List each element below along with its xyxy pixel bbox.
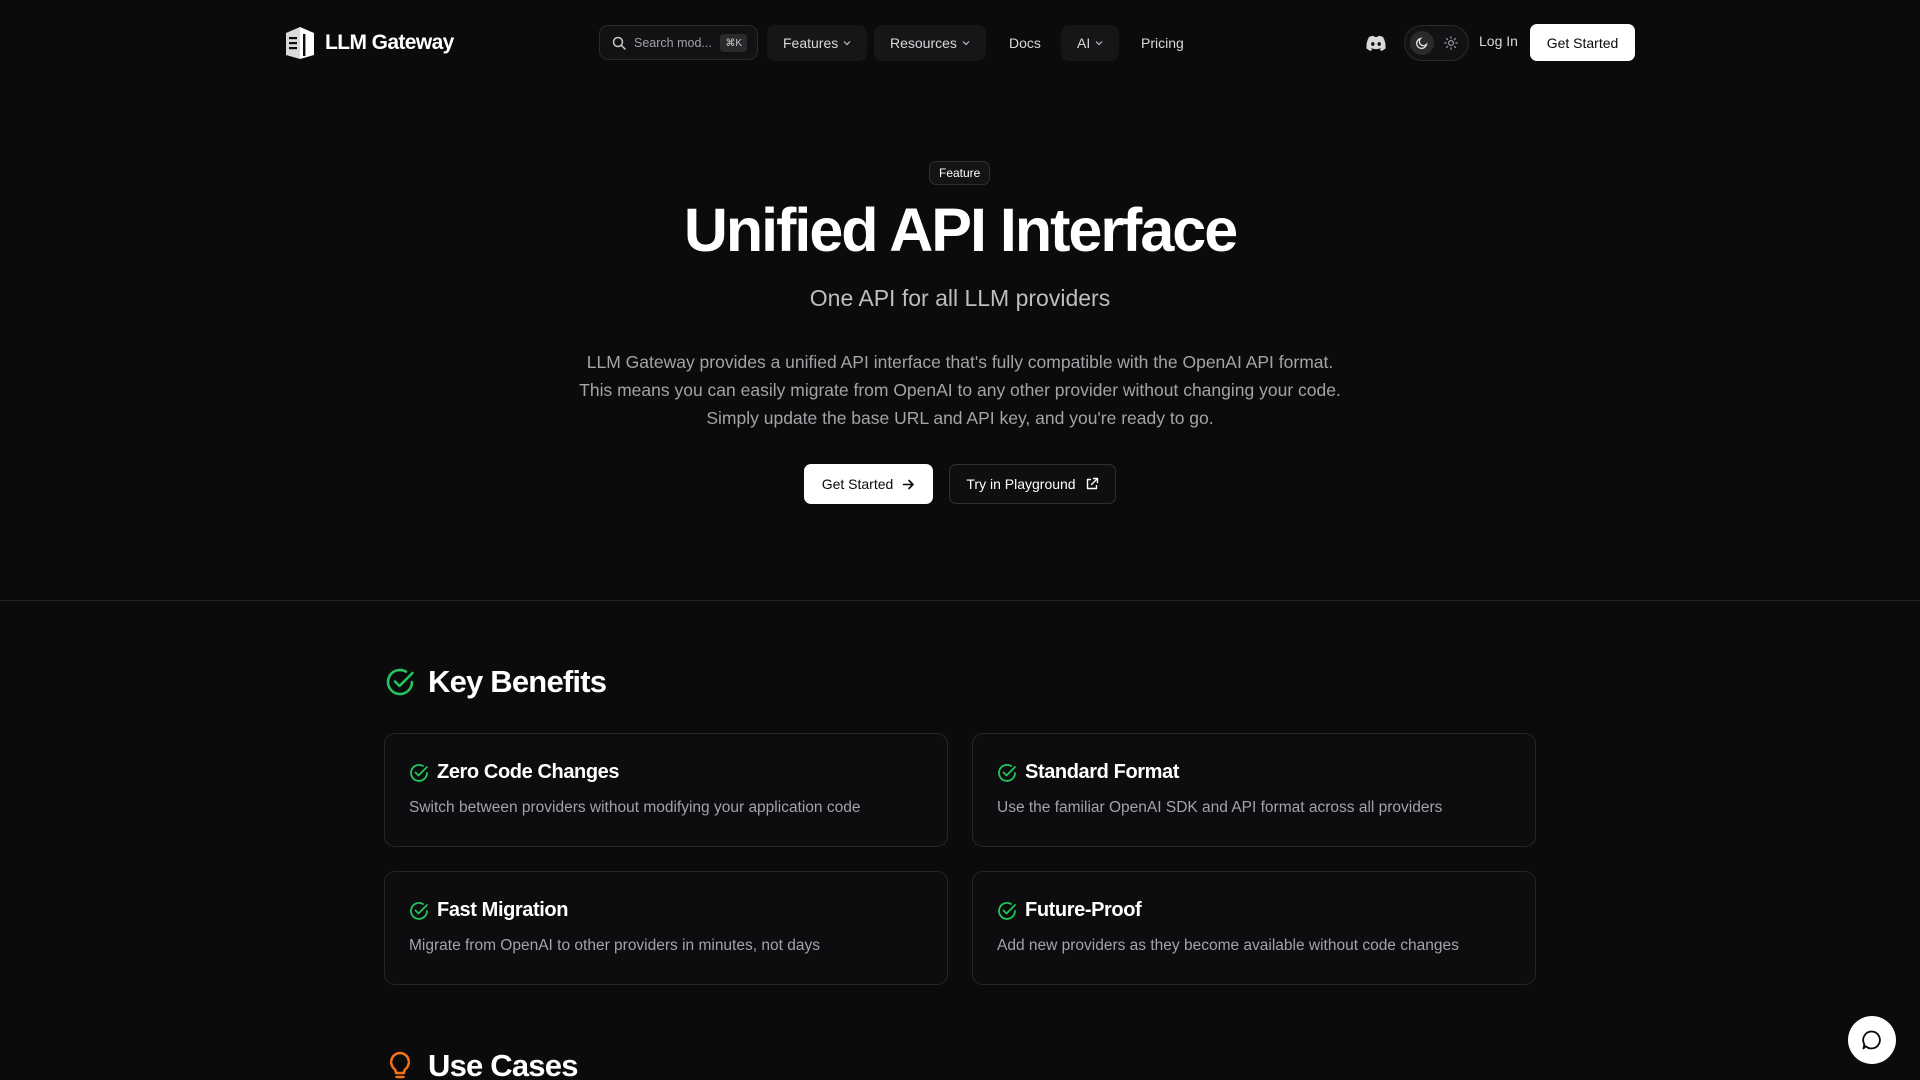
check-circle-icon [386,668,414,696]
logo-icon [286,27,314,59]
try-playground-button[interactable]: Try in Playground [949,464,1116,504]
nav-features[interactable]: Features [767,25,868,61]
section-divider [0,600,1920,601]
nav-docs[interactable]: Docs [993,25,1057,61]
chevron-down-icon [1095,41,1103,46]
sun-icon [1444,36,1458,50]
theme-toggle [1404,25,1469,61]
dark-mode-button[interactable] [1410,31,1434,55]
benefit-card-description: Add new providers as they become availab… [997,937,1459,954]
logo-text: LLM Gateway [325,31,454,54]
nav-pricing[interactable]: Pricing [1125,25,1200,61]
nav-ai-label: AI [1077,35,1091,51]
benefit-card-header: Fast Migration [409,899,568,922]
search-shortcut: ⌘K [720,34,747,52]
light-mode-button[interactable] [1439,31,1463,55]
nav-resources-label: Resources [890,35,957,51]
search-placeholder: Search mod... [634,35,712,50]
top-navbar: LLM Gateway Search mod... ⌘K Features Re… [0,0,1920,86]
external-link-icon [1086,477,1098,490]
benefit-card-title: Standard Format [1025,761,1180,783]
nav-ai[interactable]: AI [1061,25,1120,61]
get-started-nav-button[interactable]: Get Started [1530,24,1635,61]
hero-description: LLM Gateway provides a unified API inter… [579,352,1341,428]
arrow-right-icon [902,479,915,489]
nav-pricing-label: Pricing [1141,35,1184,51]
benefit-card-header: Zero Code Changes [409,761,620,784]
chevron-down-icon [843,41,851,46]
logo[interactable]: LLM Gateway [284,26,454,60]
search-input[interactable]: Search mod... ⌘K [599,25,758,60]
search-icon [612,36,626,50]
benefit-card: Fast Migration Migrate from OpenAI to ot… [384,871,948,985]
chevron-down-icon [962,41,970,46]
benefit-card-header: Future-Proof [997,899,1142,922]
benefit-card-title: Future-Proof [1025,899,1142,921]
get-started-label: Get Started [821,476,894,492]
lightbulb-icon [389,1051,411,1079]
benefit-card-description: Switch between providers without modifyi… [409,799,861,816]
chat-bubble-icon [1862,1030,1881,1050]
feature-badge: Feature [929,161,991,185]
check-circle-icon [998,763,1016,782]
discord-link[interactable] [1364,31,1388,55]
try-playground-label: Try in Playground [966,476,1076,492]
benefit-card-title: Zero Code Changes [437,761,620,783]
check-circle-icon [410,901,428,920]
benefit-card: Future-Proof Add new providers as they b… [972,871,1536,985]
discord-icon [1366,35,1386,51]
benefit-card: Zero Code Changes Switch between provide… [384,733,948,847]
check-circle-icon [998,901,1016,920]
key-benefits-heading: Key Benefits [384,664,607,700]
benefit-card-description: Use the familiar OpenAI SDK and API form… [997,799,1443,816]
moon-icon [1415,37,1428,50]
page-title: Unified API Interface [683,196,1238,264]
use-cases-heading: Use Cases [384,1048,578,1080]
page-subtitle: One API for all LLM providers [809,285,1111,311]
benefit-card-description: Migrate from OpenAI to other providers i… [409,937,820,954]
nav-docs-label: Docs [1009,35,1041,51]
get-started-button[interactable]: Get Started [804,464,933,504]
benefit-card-header: Standard Format [997,761,1179,784]
nav-features-label: Features [783,35,839,51]
use-cases-title: Use Cases [428,1048,578,1080]
check-circle-icon [410,763,428,782]
login-link[interactable]: Log In [1479,33,1518,49]
key-benefits-title: Key Benefits [428,664,607,699]
get-started-nav-label: Get Started [1546,34,1619,51]
benefit-card-title: Fast Migration [437,899,569,921]
benefit-card: Standard Format Use the familiar OpenAI … [972,733,1536,847]
chat-support-button[interactable] [1848,1016,1896,1064]
nav-resources[interactable]: Resources [874,25,986,61]
